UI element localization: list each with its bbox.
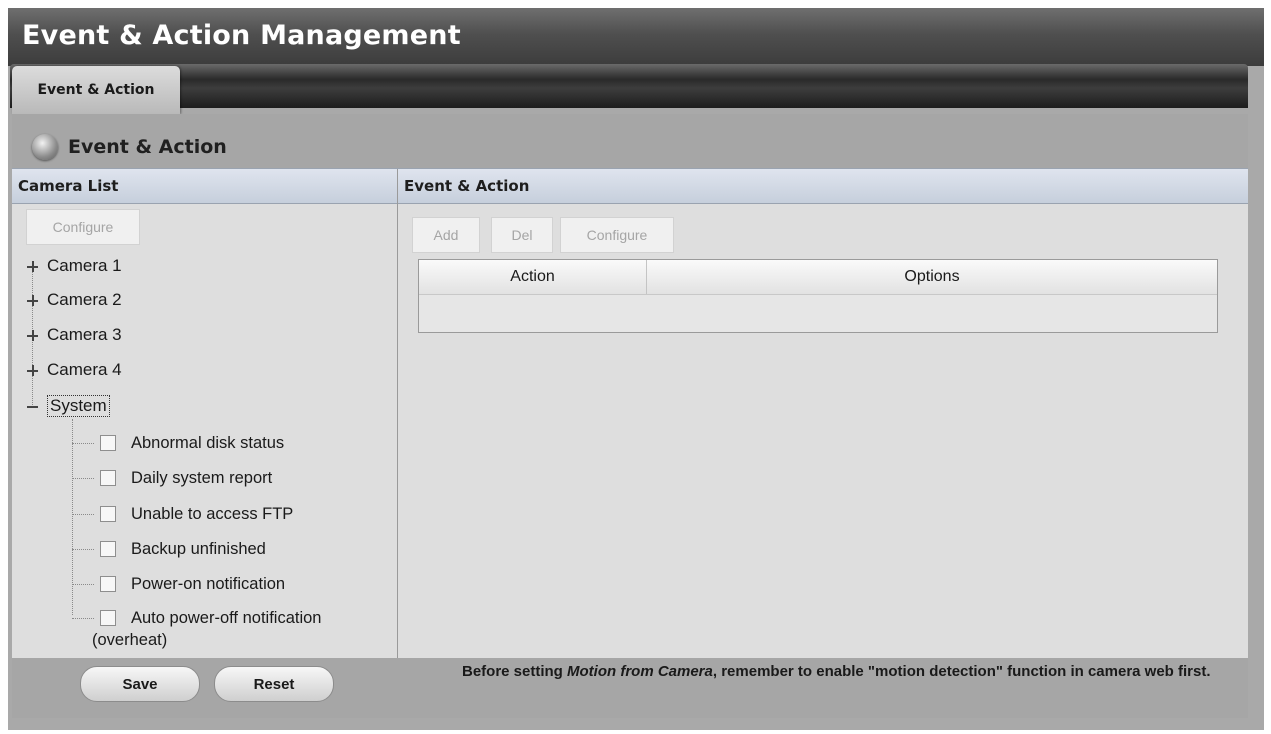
- power-on-checkbox[interactable]: [100, 576, 116, 592]
- camera-configure-button[interactable]: Configure: [26, 209, 140, 245]
- event-action-header: Event & Action: [398, 169, 1248, 204]
- tree-connector: [72, 513, 94, 515]
- abnormal-disk-checkbox[interactable]: [100, 435, 116, 451]
- tree-item-label: System: [47, 395, 110, 417]
- camera-list-panel: Camera List Configure Camera 1 Camera 2 …: [12, 169, 398, 659]
- note-text: Before setting: [462, 663, 568, 680]
- tree-connector: [72, 442, 94, 444]
- reset-button[interactable]: Reset: [214, 666, 334, 702]
- system-item-label: Power-on notification: [131, 574, 286, 593]
- backup-checkbox[interactable]: [100, 541, 116, 557]
- configure-button[interactable]: Configure: [560, 217, 674, 253]
- note-emphasis: Motion from Camera: [567, 663, 713, 680]
- system-item-label: Daily system report: [131, 468, 273, 487]
- tree-item-label: Camera 3: [47, 325, 122, 344]
- tree-item-camera-3[interactable]: Camera 3: [26, 322, 122, 348]
- ftp-checkbox[interactable]: [100, 506, 116, 522]
- system-item-power-on[interactable]: Power-on notification: [72, 571, 285, 597]
- tree-item-camera-1[interactable]: Camera 1: [26, 253, 122, 279]
- daily-report-checkbox[interactable]: [100, 470, 116, 486]
- tree-item-camera-4[interactable]: Camera 4: [26, 357, 122, 383]
- tree-connector: [72, 583, 94, 585]
- column-header-action[interactable]: Action: [419, 260, 647, 294]
- system-item-abnormal-disk[interactable]: Abnormal disk status: [72, 430, 284, 456]
- tree-item-label: Camera 2: [47, 290, 122, 309]
- footer-bar: Save Reset Before setting Motion from Ca…: [12, 658, 1248, 718]
- expand-plus-icon[interactable]: [26, 329, 39, 342]
- system-item-backup[interactable]: Backup unfinished: [72, 536, 266, 562]
- event-action-table: Action Options: [418, 259, 1218, 333]
- expand-plus-icon[interactable]: [26, 294, 39, 307]
- camera-list-header: Camera List: [12, 169, 397, 204]
- system-item-label: Unable to access FTP: [131, 504, 294, 523]
- tree-item-label: Camera 4: [47, 360, 122, 379]
- add-button[interactable]: Add: [412, 217, 480, 253]
- save-button[interactable]: Save: [80, 666, 200, 702]
- tree-item-system[interactable]: System: [26, 393, 110, 419]
- system-item-daily-report[interactable]: Daily system report: [72, 465, 272, 491]
- column-header-options[interactable]: Options: [647, 260, 1217, 294]
- expand-plus-icon[interactable]: [26, 364, 39, 377]
- system-item-ftp[interactable]: Unable to access FTP: [72, 501, 293, 527]
- tree-item-camera-2[interactable]: Camera 2: [26, 287, 122, 313]
- event-globe-icon: [32, 134, 58, 160]
- tab-bar: [10, 64, 1248, 108]
- system-item-label: Abnormal disk status: [131, 433, 285, 452]
- event-action-panel: Event & Action Add Del Configure Action …: [398, 169, 1248, 659]
- table-header: Action Options: [419, 260, 1217, 295]
- note-text: , remember to enable "motion detection" …: [712, 663, 1211, 680]
- auto-power-off-checkbox[interactable]: [100, 610, 116, 626]
- system-item-auto-power-off[interactable]: Auto power-off notification: [72, 605, 321, 631]
- tab-event-action[interactable]: Event & Action: [12, 66, 180, 114]
- section-title: Event & Action: [68, 136, 227, 158]
- tree-connector: [72, 477, 94, 479]
- tree-connector: [72, 617, 94, 619]
- tree-connector: [72, 548, 94, 550]
- content-area: Camera List Configure Camera 1 Camera 2 …: [12, 168, 1248, 659]
- system-item-label: Backup unfinished: [131, 539, 266, 558]
- section-heading: Event & Action: [32, 132, 227, 162]
- page-header: Event & Action Management: [8, 8, 1264, 66]
- page-title: Event & Action Management: [22, 20, 461, 51]
- delete-button[interactable]: Del: [491, 217, 553, 253]
- system-item-label-wrap: (overheat): [92, 631, 168, 649]
- expand-plus-icon[interactable]: [26, 260, 39, 273]
- collapse-minus-icon[interactable]: [26, 400, 39, 413]
- system-item-label: Auto power-off notification: [131, 608, 322, 627]
- motion-detection-note: Before setting Motion from Camera, remem…: [462, 662, 1232, 681]
- tree-item-label: Camera 1: [47, 256, 122, 275]
